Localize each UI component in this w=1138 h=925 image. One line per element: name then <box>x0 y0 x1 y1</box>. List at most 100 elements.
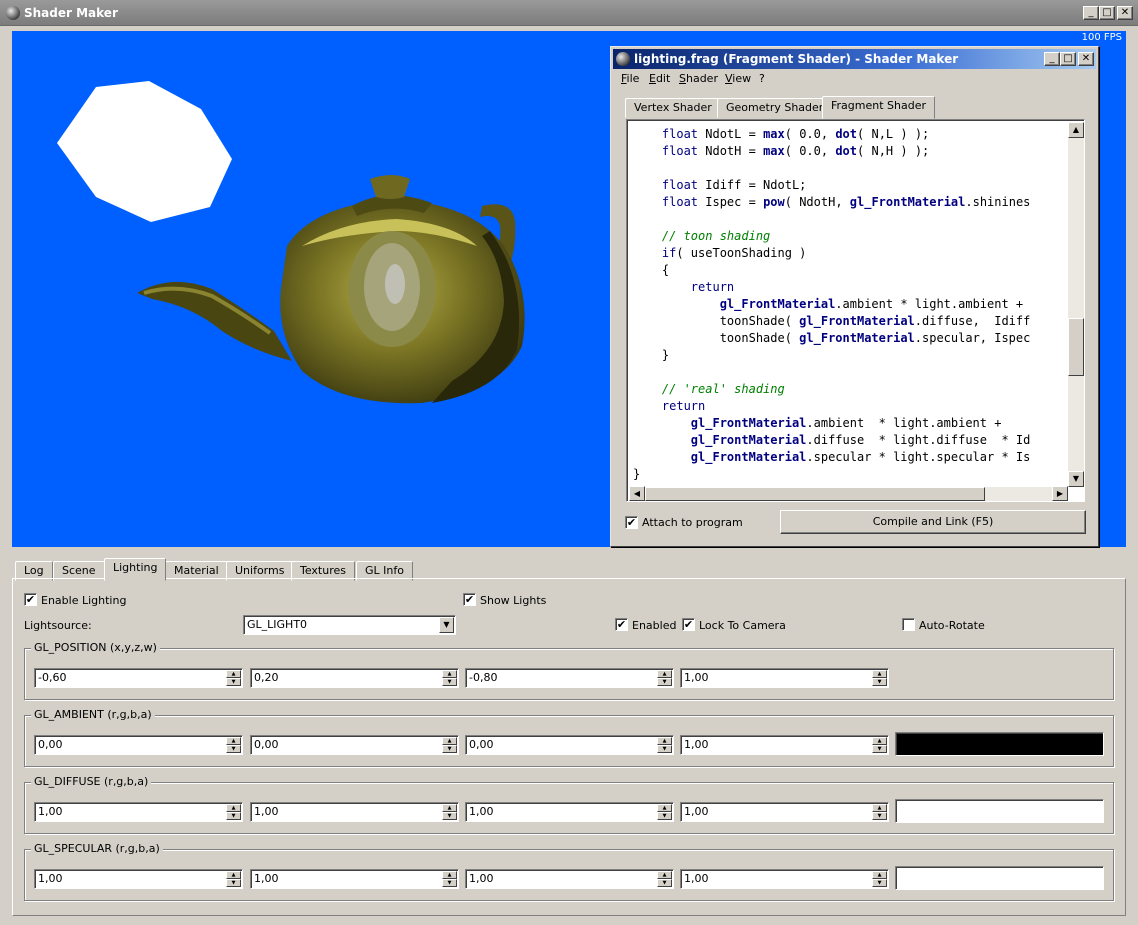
specular-a-stepper[interactable]: ▲ ▼ <box>872 871 887 887</box>
specular-a-spinbox[interactable]: 1,00 ▲ ▼ <box>680 869 889 889</box>
spin-up-icon[interactable]: ▲ <box>657 804 672 812</box>
diffuse-g-spinbox[interactable]: 1,00 ▲ ▼ <box>250 802 459 822</box>
code-editor[interactable]: float NdotL = max( 0.0, dot( N,L ) ); fl… <box>626 119 1085 502</box>
spin-up-icon[interactable]: ▲ <box>226 670 241 678</box>
spin-up-icon[interactable]: ▲ <box>442 670 457 678</box>
vertical-scroll-thumb[interactable] <box>1068 318 1084 376</box>
spin-up-icon[interactable]: ▲ <box>872 871 887 879</box>
ambient-a-spinbox[interactable]: 1,00 ▲ ▼ <box>680 735 889 755</box>
menu-shader[interactable]: Shader <box>679 72 718 85</box>
spin-up-icon[interactable]: ▲ <box>657 670 672 678</box>
position-w-stepper[interactable]: ▲ ▼ <box>872 670 887 686</box>
enable-lighting-checkbox[interactable]: ✔ <box>24 593 37 606</box>
spin-down-icon[interactable]: ▼ <box>872 879 887 887</box>
spin-down-icon[interactable]: ▼ <box>657 879 672 887</box>
lock-camera-checkbox[interactable]: ✔ <box>682 618 695 631</box>
spin-down-icon[interactable]: ▼ <box>872 745 887 753</box>
diffuse-a-stepper[interactable]: ▲ ▼ <box>872 804 887 820</box>
ambient-color-swatch[interactable] <box>895 732 1104 756</box>
spin-down-icon[interactable]: ▼ <box>226 745 241 753</box>
spin-up-icon[interactable]: ▲ <box>872 804 887 812</box>
tab-geometry-shader[interactable]: Geometry Shader <box>717 98 833 118</box>
scroll-up-button[interactable]: ▲ <box>1068 122 1084 138</box>
spin-down-icon[interactable]: ▼ <box>226 812 241 820</box>
spin-up-icon[interactable]: ▲ <box>226 871 241 879</box>
scroll-right-button[interactable]: ▶ <box>1052 486 1068 501</box>
shader-maximize-button[interactable]: □ <box>1060 52 1076 66</box>
shader-close-button[interactable]: ✕ <box>1078 52 1094 66</box>
position-z-spinbox[interactable]: -0,80 ▲ ▼ <box>465 668 674 688</box>
specular-b-spinbox[interactable]: 1,00 ▲ ▼ <box>465 869 674 889</box>
tab-vertex-shader[interactable]: Vertex Shader <box>625 98 721 118</box>
shader-editor-window[interactable]: lighting.frag (Fragment Shader) - Shader… <box>610 46 1099 547</box>
spin-down-icon[interactable]: ▼ <box>226 678 241 686</box>
vertical-scrollbar[interactable]: ▲ ▼ <box>1068 122 1084 487</box>
code-text-area[interactable]: float NdotL = max( 0.0, dot( N,L ) ); fl… <box>629 122 1067 487</box>
spin-up-icon[interactable]: ▲ <box>872 670 887 678</box>
position-x-spinbox[interactable]: -0,60 ▲ ▼ <box>34 668 243 688</box>
position-y-stepper[interactable]: ▲ ▼ <box>442 670 457 686</box>
close-button[interactable]: ✕ <box>1117 6 1133 20</box>
spin-up-icon[interactable]: ▲ <box>442 871 457 879</box>
specular-r-stepper[interactable]: ▲ ▼ <box>226 871 241 887</box>
spin-down-icon[interactable]: ▼ <box>657 678 672 686</box>
ambient-r-stepper[interactable]: ▲ ▼ <box>226 737 241 753</box>
ambient-b-stepper[interactable]: ▲ ▼ <box>657 737 672 753</box>
spin-up-icon[interactable]: ▲ <box>872 737 887 745</box>
spin-up-icon[interactable]: ▲ <box>657 737 672 745</box>
spin-up-icon[interactable]: ▲ <box>657 871 672 879</box>
lightsource-select[interactable]: GL_LIGHT0 ▼ <box>243 615 456 635</box>
diffuse-g-stepper[interactable]: ▲ ▼ <box>442 804 457 820</box>
horizontal-scroll-thumb[interactable] <box>645 487 985 501</box>
maximize-button[interactable]: □ <box>1099 6 1115 20</box>
menu-file[interactable]: File <box>621 72 639 85</box>
spin-up-icon[interactable]: ▲ <box>442 737 457 745</box>
position-y-spinbox[interactable]: 0,20 ▲ ▼ <box>250 668 459 688</box>
specular-b-stepper[interactable]: ▲ ▼ <box>657 871 672 887</box>
shader-minimize-button[interactable]: _ <box>1044 52 1060 66</box>
tab-fragment-shader[interactable]: Fragment Shader <box>822 96 936 119</box>
menu-help[interactable]: ? <box>759 72 765 85</box>
spin-down-icon[interactable]: ▼ <box>226 879 241 887</box>
chevron-down-icon[interactable]: ▼ <box>439 617 454 633</box>
menu-edit[interactable]: Edit <box>649 72 670 85</box>
attach-checkbox[interactable]: ✔ <box>625 516 638 529</box>
position-w-spinbox[interactable]: 1,00 ▲ ▼ <box>680 668 889 688</box>
ambient-r-spinbox[interactable]: 0,00 ▲ ▼ <box>34 735 243 755</box>
spin-down-icon[interactable]: ▼ <box>442 812 457 820</box>
position-z-stepper[interactable]: ▲ ▼ <box>657 670 672 686</box>
spin-up-icon[interactable]: ▲ <box>442 804 457 812</box>
ambient-a-stepper[interactable]: ▲ ▼ <box>872 737 887 753</box>
spin-down-icon[interactable]: ▼ <box>442 678 457 686</box>
spin-down-icon[interactable]: ▼ <box>872 812 887 820</box>
diffuse-b-spinbox[interactable]: 1,00 ▲ ▼ <box>465 802 674 822</box>
specular-color-swatch[interactable] <box>895 866 1104 890</box>
spin-down-icon[interactable]: ▼ <box>872 678 887 686</box>
specular-r-spinbox[interactable]: 1,00 ▲ ▼ <box>34 869 243 889</box>
ambient-b-spinbox[interactable]: 0,00 ▲ ▼ <box>465 735 674 755</box>
auto-rotate-checkbox[interactable] <box>902 618 915 631</box>
ambient-g-stepper[interactable]: ▲ ▼ <box>442 737 457 753</box>
show-lights-checkbox[interactable]: ✔ <box>463 593 476 606</box>
scroll-down-button[interactable]: ▼ <box>1068 471 1084 487</box>
diffuse-r-spinbox[interactable]: 1,00 ▲ ▼ <box>34 802 243 822</box>
position-x-stepper[interactable]: ▲ ▼ <box>226 670 241 686</box>
spin-down-icon[interactable]: ▼ <box>442 879 457 887</box>
horizontal-scrollbar[interactable]: ◀ ▶ <box>629 486 1068 501</box>
diffuse-r-stepper[interactable]: ▲ ▼ <box>226 804 241 820</box>
compile-link-button[interactable]: Compile and Link (F5) <box>780 510 1086 534</box>
spin-up-icon[interactable]: ▲ <box>226 737 241 745</box>
ambient-g-spinbox[interactable]: 0,00 ▲ ▼ <box>250 735 459 755</box>
spin-down-icon[interactable]: ▼ <box>657 745 672 753</box>
menu-view[interactable]: View <box>725 72 751 85</box>
diffuse-b-stepper[interactable]: ▲ ▼ <box>657 804 672 820</box>
enabled-checkbox[interactable]: ✔ <box>615 618 628 631</box>
minimize-button[interactable]: _ <box>1083 6 1099 20</box>
spin-up-icon[interactable]: ▲ <box>226 804 241 812</box>
spin-down-icon[interactable]: ▼ <box>442 745 457 753</box>
diffuse-color-swatch[interactable] <box>895 799 1104 823</box>
spin-down-icon[interactable]: ▼ <box>657 812 672 820</box>
tab-lighting[interactable]: Lighting <box>104 558 167 581</box>
diffuse-a-spinbox[interactable]: 1,00 ▲ ▼ <box>680 802 889 822</box>
scroll-left-button[interactable]: ◀ <box>629 486 645 501</box>
